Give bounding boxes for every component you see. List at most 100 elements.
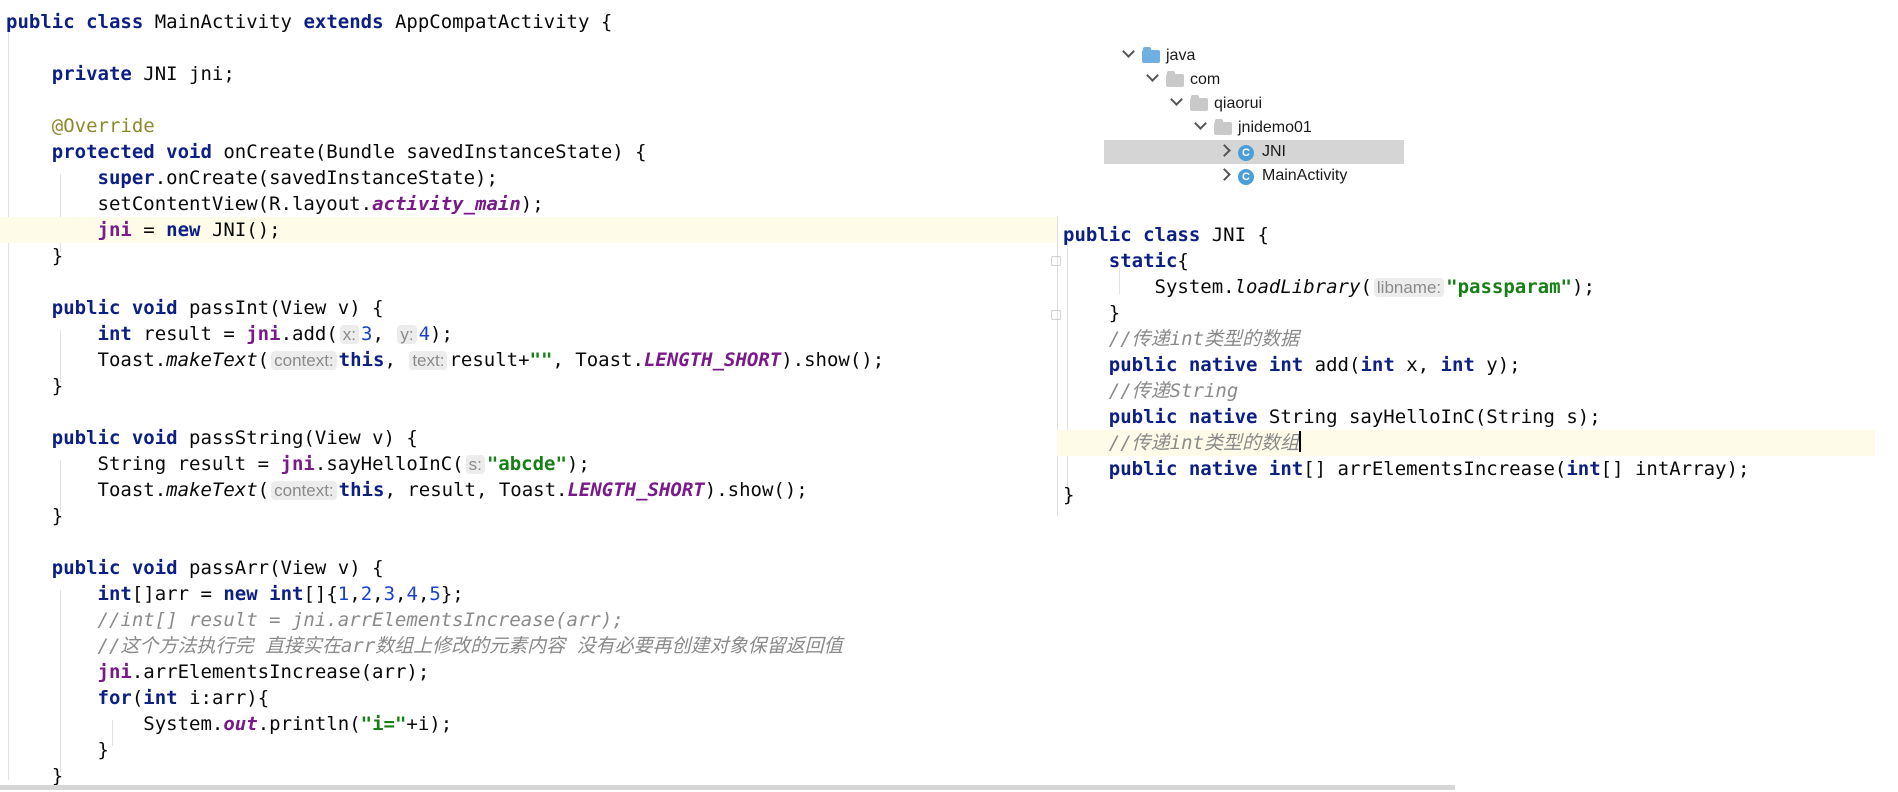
code-token: protected void — [51, 141, 224, 163]
tree-node-label: qiaorui — [1214, 95, 1263, 112]
code-token: ( — [257, 479, 270, 501]
code-line[interactable]: } — [0, 243, 1057, 269]
code-token: setContentView(R.layout. — [97, 193, 373, 215]
code-line[interactable]: public native int[] arrElementsIncrease(… — [1057, 456, 1875, 482]
code-line[interactable]: jni.arrElementsIncrease(arr); — [0, 659, 1057, 685]
code-token: 1 — [337, 583, 350, 605]
code-line[interactable]: private JNI jni; — [0, 61, 1057, 87]
code-line[interactable]: for(int i:arr){ — [0, 685, 1057, 711]
code-token: JNI — [143, 63, 190, 85]
code-token: int — [143, 687, 190, 709]
code-token: , — [372, 323, 396, 345]
code-token: [] intArray); — [1600, 458, 1750, 480]
code-line[interactable]: //传递int类型的数组 — [1057, 430, 1875, 456]
code-line[interactable]: public native String sayHelloInC(String … — [1057, 404, 1875, 430]
code-line[interactable]: //这个方法执行完 直接实在arr数组上修改的元素内容 没有必要再创建对象保留返… — [0, 633, 1057, 659]
code-token: //int[] result = jni.arrElementsIncrease… — [97, 609, 624, 631]
code-token: new — [166, 219, 212, 241]
code-token: = — [131, 219, 167, 241]
jni-class-editor[interactable]: public class JNI { static{ System.loadLi… — [1051, 216, 1875, 516]
code-line[interactable]: //传递int类型的数据 — [1057, 326, 1875, 352]
code-line[interactable]: public class JNI { — [1057, 222, 1875, 248]
code-line[interactable] — [0, 269, 1057, 295]
code-line[interactable]: int[]arr = new int[]{1,2,3,4,5}; — [0, 581, 1057, 607]
chevron-right-icon[interactable] — [1218, 168, 1231, 181]
code-line[interactable]: super.onCreate(savedInstanceState); — [0, 165, 1057, 191]
code-token: "" — [529, 349, 553, 371]
code-line[interactable]: int result = jni.add(x: 3, y: 4); — [0, 321, 1057, 347]
code-line[interactable]: jni = new JNI(); — [0, 217, 1057, 243]
code-token: super — [97, 167, 155, 189]
code-line[interactable] — [0, 529, 1057, 555]
code-line[interactable]: Toast.makeText(context: this, result, Toa… — [0, 477, 1057, 503]
chevron-right-icon[interactable] — [1218, 144, 1231, 157]
code-line[interactable]: } — [0, 737, 1057, 763]
code-token: } — [6, 375, 64, 397]
code-line[interactable]: } — [0, 503, 1057, 529]
code-line[interactable]: System.loadLibrary(libname: "passparam"); — [1057, 274, 1875, 300]
code-token: "i=" — [360, 713, 407, 735]
chevron-down-icon[interactable] — [1194, 117, 1207, 130]
code-line[interactable]: protected void onCreate(Bundle savedInst… — [0, 139, 1057, 165]
tree-node-label: com — [1190, 71, 1221, 88]
code-line[interactable]: public void passInt(View v) { — [0, 295, 1057, 321]
code-token: activity_main — [372, 193, 521, 215]
code-line[interactable]: public class MainActivity extends AppCom… — [0, 9, 1057, 35]
code-token: , result, Toast. — [384, 479, 568, 501]
code-token: ( — [257, 349, 270, 371]
code-line[interactable]: Toast.makeText(context: this, text: result… — [0, 347, 1057, 373]
code-token: AppCompatActivity { — [394, 11, 613, 33]
code-token: public native int — [1108, 458, 1304, 480]
code-token: } — [1063, 302, 1121, 324]
code-line[interactable]: System.out.println("i="+i); — [0, 711, 1057, 737]
code-token: ; — [223, 63, 235, 85]
code-token: this — [338, 479, 385, 501]
code-line[interactable] — [0, 87, 1057, 113]
tree-node-jnidemo01[interactable]: jnidemo01 — [1104, 116, 1404, 140]
code-line[interactable]: public void passArr(View v) { — [0, 555, 1057, 581]
code-token: Toast. — [97, 479, 167, 501]
chevron-down-icon[interactable] — [1146, 69, 1159, 82]
code-line[interactable]: @Override — [0, 113, 1057, 139]
code-token: Toast. — [97, 349, 167, 371]
code-line[interactable]: static{ — [1057, 248, 1875, 274]
code-token: jni — [246, 323, 281, 345]
code-line[interactable]: } — [1057, 300, 1875, 326]
code-line[interactable]: public void passString(View v) { — [0, 425, 1057, 451]
code-line[interactable] — [0, 399, 1057, 425]
code-line[interactable]: setContentView(R.layout.activity_main); — [0, 191, 1057, 217]
tree-node-jni[interactable]: C JNI — [1104, 140, 1404, 164]
code-token: .sayHelloInC( — [314, 453, 464, 475]
code-line[interactable]: } — [0, 373, 1057, 399]
code-token: private — [51, 63, 144, 85]
code-token: onCreate(Bundle savedInstanceState) { — [223, 141, 647, 163]
code-line[interactable]: //int[] result = jni.arrElementsIncrease… — [0, 607, 1057, 633]
tree-node-mainactivity[interactable]: C MainActivity — [1104, 164, 1404, 188]
code-token: , — [395, 583, 407, 605]
horizontal-scrollbar[interactable] — [0, 785, 1455, 790]
chevron-down-icon[interactable] — [1122, 45, 1135, 58]
parameter-hint: text: — [409, 351, 448, 370]
code-token: }; — [440, 583, 464, 605]
code-token: .add( — [280, 323, 338, 345]
class-icon: C — [1238, 169, 1254, 185]
code-line[interactable]: //传递String — [1057, 378, 1875, 404]
code-token: []{ — [303, 583, 338, 605]
code-token: int — [97, 323, 144, 345]
tree-node-java[interactable]: java — [1104, 44, 1404, 68]
code-token: jni — [280, 453, 315, 475]
code-line[interactable]: } — [1057, 482, 1875, 508]
code-token: makeText — [166, 479, 258, 501]
main-activity-editor[interactable]: public class MainActivity extends AppCom… — [0, 0, 1057, 792]
tree-node-qiaorui[interactable]: qiaorui — [1104, 92, 1404, 116]
code-line[interactable] — [0, 35, 1057, 61]
code-line[interactable]: public native int add(int x, int y); — [1057, 352, 1875, 378]
code-token: static — [1108, 250, 1178, 272]
tree-node-com[interactable]: com — [1104, 68, 1404, 92]
chevron-down-icon[interactable] — [1170, 93, 1183, 106]
code-line[interactable]: String result = jni.sayHelloInC(s: "abcde… — [0, 451, 1057, 477]
